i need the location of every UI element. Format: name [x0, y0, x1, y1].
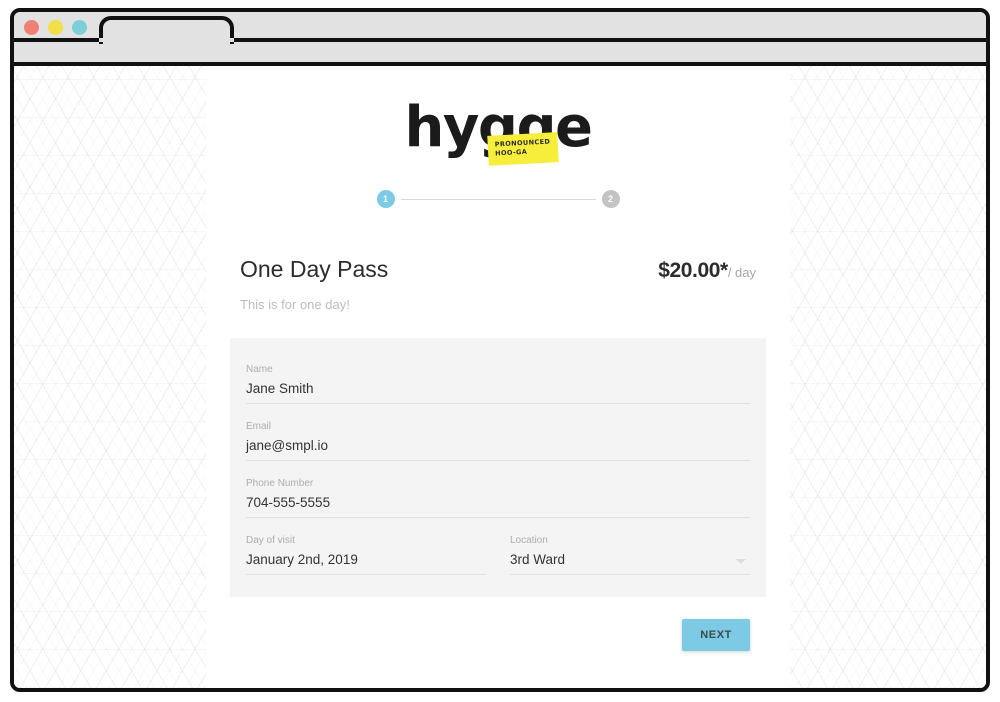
page-canvas: hygge PRONOUNCED HOO-GA 1 2 One Day Pass… — [14, 66, 986, 688]
stepper-step-2-number: 2 — [607, 194, 613, 204]
email-input[interactable]: jane@smpl.io — [246, 438, 750, 461]
stepper-connector — [400, 198, 596, 200]
location-select-value: 3rd Ward — [510, 552, 566, 567]
phone-input[interactable]: 704-555-5555 — [246, 495, 750, 518]
next-button[interactable]: NEXT — [682, 619, 750, 651]
plan-price-unit: / day — [727, 265, 756, 280]
field-name-label: Name — [246, 364, 273, 375]
minimize-dot[interactable] — [48, 20, 63, 35]
plan-price: $20.00*/ day — [658, 259, 756, 283]
progress-stepper: 1 2 — [230, 190, 766, 208]
plan-header: One Day Pass $20.00*/ day — [230, 256, 766, 283]
stepper-step-1[interactable]: 1 — [376, 190, 395, 208]
field-row-date-location: Day of visit January 2nd, 2019 Location … — [246, 535, 750, 575]
field-day-of-visit-label: Day of visit — [246, 535, 295, 546]
hygge-logo: hygge PRONOUNCED HOO-GA — [404, 96, 593, 168]
field-location: Location 3rd Ward — [510, 535, 750, 575]
signup-form: Name Jane Smith Email jane@smpl.io Phone… — [230, 338, 766, 597]
field-email-label: Email — [246, 421, 272, 432]
window-controls — [24, 20, 87, 35]
plan-title: One Day Pass — [240, 256, 389, 282]
stepper-step-1-number: 1 — [382, 194, 388, 204]
logo-area: hygge PRONOUNCED HOO-GA — [230, 96, 766, 168]
field-phone-label: Phone Number — [246, 478, 314, 489]
field-phone: Phone Number 704-555-5555 — [246, 478, 750, 518]
browser-window: hygge PRONOUNCED HOO-GA 1 2 One Day Pass… — [10, 8, 990, 692]
chevron-down-icon — [736, 559, 746, 564]
field-email: Email jane@smpl.io — [246, 421, 750, 461]
checkout-card: hygge PRONOUNCED HOO-GA 1 2 One Day Pass… — [206, 66, 790, 688]
form-actions: NEXT — [230, 619, 766, 651]
field-day-of-visit: Day of visit January 2nd, 2019 — [246, 535, 486, 575]
pronunciation-badge: PRONOUNCED HOO-GA — [487, 132, 559, 166]
chrome-divider-mask — [99, 38, 234, 42]
maximize-dot[interactable] — [72, 20, 87, 35]
name-input[interactable]: Jane Smith — [246, 381, 750, 404]
location-select[interactable]: 3rd Ward — [510, 552, 750, 575]
stepper-step-2[interactable]: 2 — [601, 190, 620, 208]
plan-description: This is for one day! — [240, 297, 350, 312]
plan-price-amount: $20.00* — [658, 259, 728, 282]
field-location-label: Location — [510, 535, 548, 546]
field-name: Name Jane Smith — [246, 364, 750, 404]
browser-chrome-bar — [14, 12, 986, 66]
close-dot[interactable] — [24, 20, 39, 35]
day-of-visit-input[interactable]: January 2nd, 2019 — [246, 552, 486, 575]
